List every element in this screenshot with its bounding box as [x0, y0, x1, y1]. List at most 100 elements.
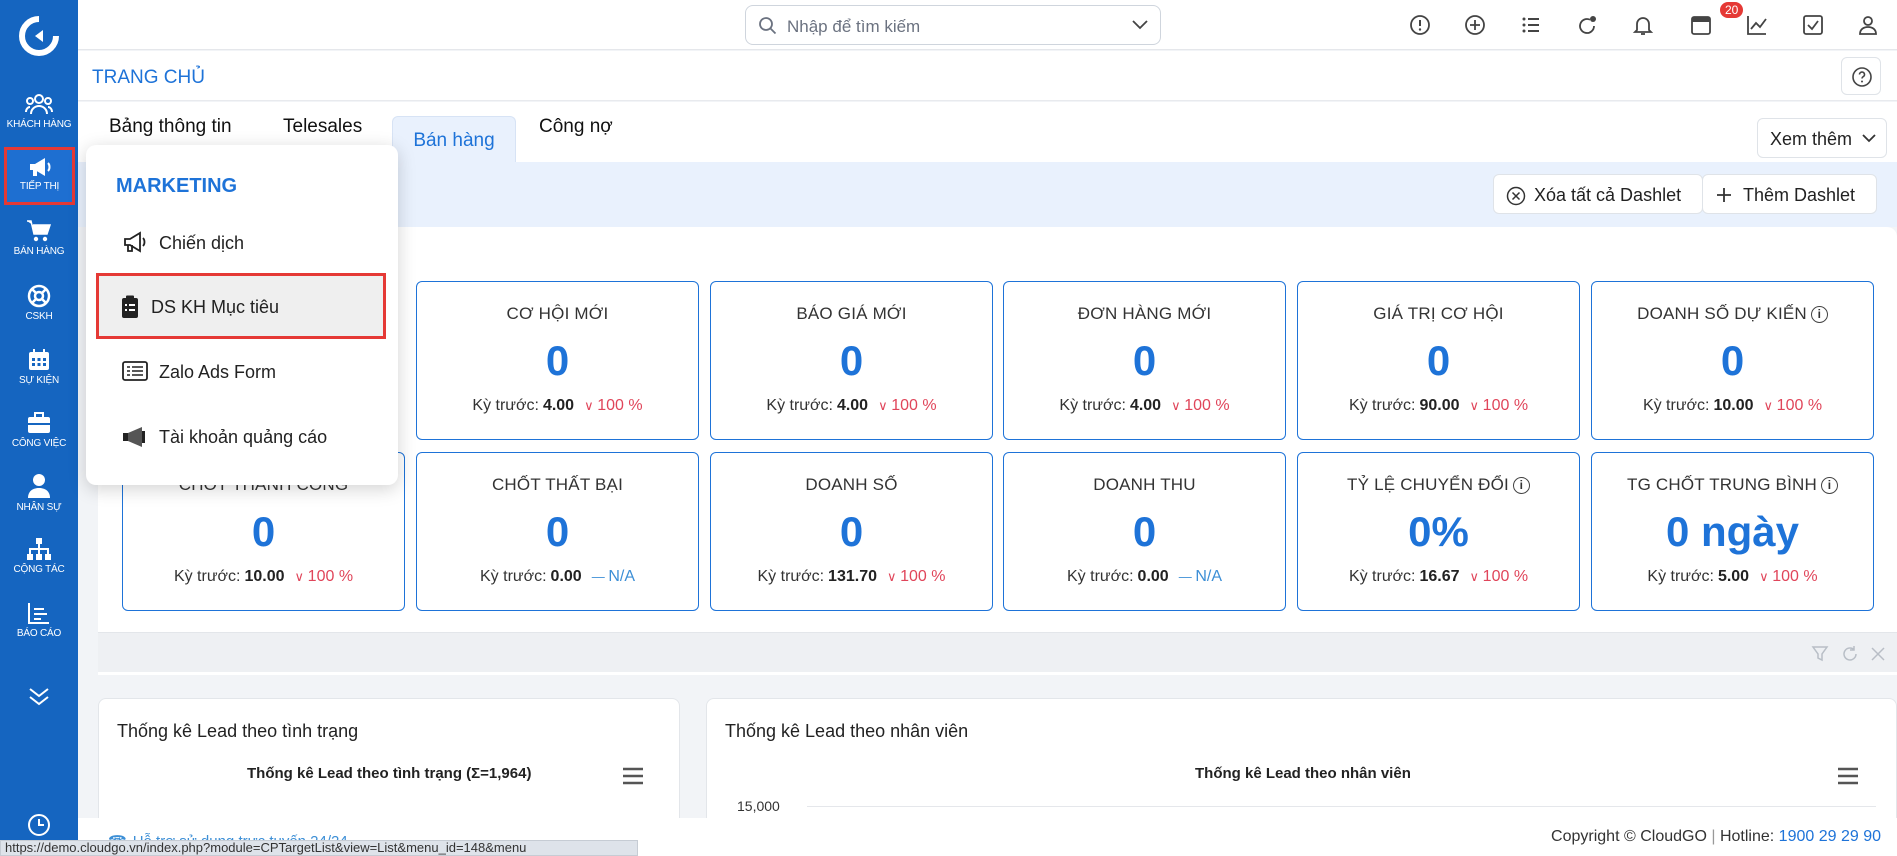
add-dashlet-button[interactable]: Thêm Dashlet: [1702, 174, 1877, 214]
sidebar-item-label: BÁN HÀNG: [13, 246, 65, 257]
previous-value: 10.00: [1713, 397, 1754, 414]
help-button[interactable]: [1841, 57, 1881, 95]
sidebar-item-collaboration[interactable]: CỘNG TÁC: [0, 537, 78, 575]
clock-icon[interactable]: [26, 812, 52, 838]
form-list-icon: [122, 361, 148, 381]
stat-card: DOANH SỐ 0 Kỳ trước: 131.70 ∨ 100 %: [710, 452, 993, 611]
stat-title: DOANH SỐ DỰ KIẾN i: [1592, 304, 1873, 324]
chevron-down-icon: ∨: [1759, 569, 1773, 584]
previous-label: Kỳ trước:: [1647, 568, 1714, 585]
previous-value: 131.70: [828, 568, 877, 585]
clipboard-icon: [122, 295, 138, 318]
status-bar-url: https://demo.cloudgo.vn/index.php?module…: [0, 840, 638, 856]
stat-title-text: TG CHỐT TRUNG BÌNH: [1627, 475, 1817, 494]
sidebar-item-hr[interactable]: NHÂN SỰ: [0, 473, 78, 513]
change-value: 100 %: [1482, 397, 1529, 414]
sidebar-item-reports[interactable]: BÁO CÁO: [0, 601, 78, 639]
dash-icon: —: [591, 569, 609, 584]
previous-value: 5.00: [1717, 568, 1750, 585]
change-value: N/A: [608, 568, 635, 585]
tab-telesales[interactable]: Telesales: [283, 116, 362, 138]
stat-card: CƠ HỘI MỚI 0 Kỳ trước: 4.00 ∨ 100 %: [416, 281, 699, 440]
menu-item-label: Tài khoản quảng cáo: [159, 427, 328, 447]
expand-more-icon[interactable]: [27, 686, 51, 706]
search-input[interactable]: Nhập để tìm kiếm: [745, 5, 1161, 45]
menu-item-ad-accounts[interactable]: Tài khoản quảng cáo: [86, 407, 398, 467]
stat-title-text: TỶ LỆ CHUYỂN ĐỔI: [1347, 475, 1509, 494]
previous-label: Kỳ trước:: [173, 568, 241, 585]
chevron-down-icon: ∨: [886, 569, 901, 584]
megaphone-icon: [124, 231, 146, 253]
tab-sales[interactable]: Bán hàng: [392, 116, 516, 164]
change-value: 100 %: [1184, 397, 1230, 414]
sidebar-item-customers[interactable]: KHÁCH HÀNG: [0, 92, 78, 130]
chevron-down-icon: ∨: [584, 398, 598, 413]
info-icon[interactable]: i: [1512, 477, 1530, 494]
previous-label: Kỳ trước:: [472, 397, 539, 414]
tab-dashboard[interactable]: Bảng thông tin: [109, 116, 232, 138]
info-icon[interactable]: i: [1820, 477, 1838, 494]
stat-title: TG CHỐT TRUNG BÌNH i: [1592, 475, 1873, 495]
sidebar-item-customer-care[interactable]: CSKH: [0, 284, 78, 322]
network-icon: [27, 538, 51, 560]
chevron-down-icon[interactable]: [1132, 20, 1148, 30]
chart-menu-icon[interactable]: [622, 767, 644, 785]
card-title: Thống kê Lead theo nhân viên: [725, 721, 969, 741]
dash-icon: —: [1178, 569, 1196, 584]
stat-previous-period: Kỳ trước: 131.70 ∨ 100 %: [711, 568, 992, 586]
notification-bell-icon[interactable]: [1631, 13, 1655, 37]
search-placeholder: Nhập để tìm kiếm: [787, 17, 921, 36]
menu-item-zalo-ads-form[interactable]: Zalo Ads Form: [86, 342, 398, 402]
chart-menu-icon[interactable]: [1837, 767, 1859, 785]
info-icon[interactable]: i: [1810, 306, 1828, 323]
cloudgo-logo-icon[interactable]: [19, 16, 59, 56]
notification-badge: 20: [1720, 2, 1744, 18]
menu-item-target-list[interactable]: DS KH Mục tiêu: [96, 273, 386, 339]
list-icon[interactable]: [1519, 13, 1543, 37]
stat-title-text: DOANH SỐ DỰ KIẾN: [1637, 304, 1807, 323]
chevron-down-icon: ∨: [1469, 569, 1483, 584]
megaphone-icon: [29, 158, 50, 176]
see-more-dropdown[interactable]: Xem thêm: [1757, 118, 1887, 158]
hotline-number[interactable]: 1900 29 29 90: [1779, 828, 1881, 845]
stat-value: 0%: [1408, 508, 1469, 555]
refresh-dot-icon[interactable]: [1575, 13, 1599, 37]
add-icon[interactable]: [1463, 13, 1487, 37]
previous-label: Kỳ trước:: [766, 397, 833, 414]
chevron-down-icon: [1862, 134, 1876, 143]
change-value: 100 %: [1776, 397, 1823, 414]
previous-value: 4.00: [542, 397, 575, 414]
sidebar-item-label: BÁO CÁO: [16, 628, 62, 639]
sidebar-item-sales[interactable]: BÁN HÀNG: [0, 219, 78, 257]
previous-label: Kỳ trước:: [1067, 568, 1134, 585]
change-value: 100 %: [307, 568, 354, 585]
sidebar-item-tasks[interactable]: CÔNG VIỆC: [0, 411, 78, 449]
stat-title-text: BÁO GIÁ MỚI: [796, 304, 907, 323]
checkbox-icon[interactable]: [1801, 13, 1825, 37]
sidebar-item-marketing[interactable]: TIẾP THỊ: [4, 147, 75, 205]
refresh-icon[interactable]: [1841, 645, 1859, 663]
stat-title: CƠ HỘI MỚI: [417, 304, 698, 324]
filter-icon[interactable]: [1811, 645, 1829, 663]
close-icon[interactable]: [1869, 645, 1887, 663]
previous-value: 10.00: [244, 568, 285, 585]
calendar-icon[interactable]: [1689, 13, 1713, 37]
menu-item-campaigns[interactable]: Chiến dịch: [86, 213, 398, 273]
loudspeaker-icon: [123, 427, 145, 447]
chart-gridline: [807, 806, 1876, 807]
stat-value: 0: [545, 337, 570, 384]
clear-all-dashlets-button[interactable]: Xóa tất cả Dashlet: [1493, 174, 1703, 214]
line-chart-icon[interactable]: [1745, 13, 1769, 37]
change-flat: — N/A: [1179, 568, 1222, 585]
change-value: 100 %: [597, 397, 643, 414]
close-circle-icon: [1506, 186, 1526, 206]
copyright: Copyright © CloudGO | Hotline: 1900 29 2…: [1551, 828, 1881, 845]
tab-debt[interactable]: Công nợ: [539, 116, 613, 138]
previous-label: Kỳ trước:: [1642, 397, 1710, 414]
menu-item-label: DS KH Mục tiêu: [151, 297, 280, 317]
sidebar-item-events[interactable]: SỰ KIỆN: [0, 348, 78, 386]
sidebar-item-label: CỘNG TÁC: [13, 564, 65, 575]
alert-icon[interactable]: [1408, 13, 1432, 37]
change-value: N/A: [1195, 568, 1222, 585]
user-profile-icon[interactable]: [1856, 13, 1880, 37]
